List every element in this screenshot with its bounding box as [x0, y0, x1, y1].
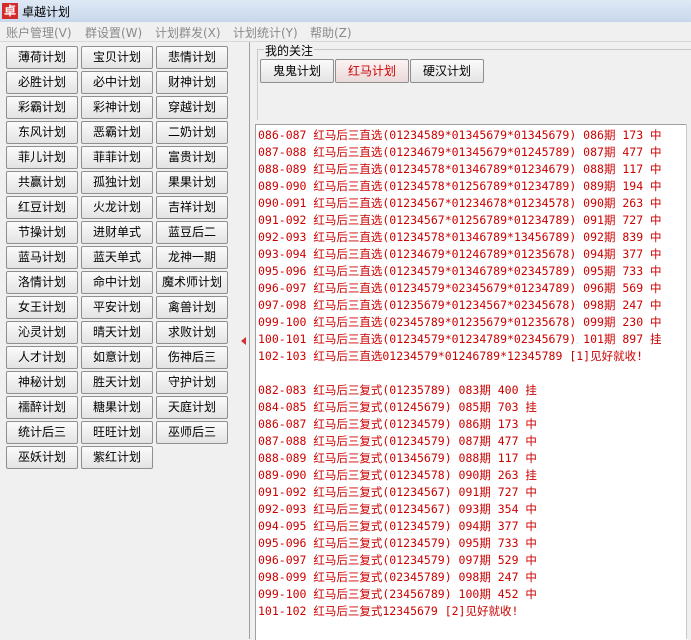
- results-textbox[interactable]: 086-087 红马后三直选(01234589*01345679*0134567…: [255, 124, 687, 640]
- plan-button[interactable]: 蓝天单式: [81, 246, 153, 269]
- result-line: 091-092 红马后三复式(01234567) 091期 727 中: [258, 485, 537, 499]
- plan-button[interactable]: 进财单式: [81, 221, 153, 244]
- plan-button[interactable]: 必胜计划: [6, 71, 78, 94]
- plan-button[interactable]: 巫师后三: [156, 421, 228, 444]
- result-line: 091-092 红马后三直选(01234567*01256789*0123478…: [258, 213, 662, 227]
- plan-button[interactable]: 求败计划: [156, 321, 228, 344]
- app-logo-icon: 卓: [2, 3, 18, 19]
- result-line: 096-097 红马后三直选(01234579*02345679*0123478…: [258, 281, 662, 295]
- title-bar: 卓 卓越计划: [0, 0, 691, 23]
- plan-button[interactable]: 火龙计划: [81, 196, 153, 219]
- result-line: 101-102 红马后三复式12345679 [2]见好就收!: [258, 604, 519, 618]
- plan-button[interactable]: 人才计划: [6, 346, 78, 369]
- menu-plan-stats[interactable]: 计划统计(Y): [233, 24, 298, 41]
- menu-help[interactable]: 帮助(Z): [310, 24, 352, 41]
- plan-button[interactable]: 如意计划: [81, 346, 153, 369]
- plan-button[interactable]: 禽兽计划: [156, 296, 228, 319]
- plan-button[interactable]: 平安计划: [81, 296, 153, 319]
- follow-button-hongma[interactable]: 红马计划: [335, 59, 409, 83]
- plan-button[interactable]: 胜天计划: [81, 371, 153, 394]
- result-line: 102-103 红马后三直选01234579*01246789*12345789…: [258, 349, 644, 363]
- plan-list-panel: 薄荷计划 宝贝计划 悲情计划必胜计划 必中计划 财神计划彩霸计划 彩神计划 穿越计划东风计划…: [0, 42, 241, 639]
- plan-button[interactable]: 孤独计划: [81, 171, 153, 194]
- plan-button[interactable]: 菲菲计划: [81, 146, 153, 169]
- plan-button[interactable]: 穿越计划: [156, 96, 228, 119]
- plan-button[interactable]: 共赢计划: [6, 171, 78, 194]
- follow-button-yinghan[interactable]: 硬汉计划: [410, 59, 484, 83]
- plan-button[interactable]: 晴天计划: [81, 321, 153, 344]
- result-line: 090-091 红马后三直选(01234567*01234678*0123457…: [258, 196, 662, 210]
- result-line: 084-085 红马后三复式(01245679) 085期 703 挂: [258, 400, 537, 414]
- plan-button[interactable]: 菲儿计划: [6, 146, 78, 169]
- result-line: 089-090 红马后三复式(01234578) 090期 263 挂: [258, 468, 537, 482]
- plan-button[interactable]: 红豆计划: [6, 196, 78, 219]
- plan-button[interactable]: 东风计划: [6, 121, 78, 144]
- plan-button[interactable]: 果果计划: [156, 171, 228, 194]
- result-line: 094-095 红马后三复式(01234579) 094期 377 中: [258, 519, 537, 533]
- result-line: 082-083 红马后三复式(01235789) 083期 400 挂: [258, 383, 537, 397]
- plan-button[interactable]: 吉祥计划: [156, 196, 228, 219]
- collapse-arrow-icon[interactable]: [241, 337, 246, 345]
- result-line: 095-096 红马后三复式(01234579) 095期 733 中: [258, 536, 537, 550]
- result-line: 086-087 红马后三直选(01234589*01345679*0134567…: [258, 128, 662, 142]
- plan-button[interactable]: 沁灵计划: [6, 321, 78, 344]
- plan-button[interactable]: 悲情计划: [156, 46, 228, 69]
- plan-button[interactable]: 蓝马计划: [6, 246, 78, 269]
- plan-button[interactable]: 彩神计划: [81, 96, 153, 119]
- plan-button[interactable]: 龙神一期: [156, 246, 228, 269]
- results-scrollbar[interactable]: [686, 124, 691, 639]
- plan-button[interactable]: 襦醉计划: [6, 396, 78, 419]
- result-line: 100-101 红马后三直选(01234579*01234789*0234567…: [258, 332, 662, 346]
- plan-button[interactable]: 守护计划: [156, 371, 228, 394]
- plan-button[interactable]: 二奶计划: [156, 121, 228, 144]
- plan-button[interactable]: 宝贝计划: [81, 46, 153, 69]
- menu-plan-broadcast[interactable]: 计划群发(X): [155, 24, 221, 41]
- plan-button[interactable]: 紫红计划: [81, 446, 153, 469]
- result-line: 086-087 红马后三复式(01234579) 086期 173 中: [258, 417, 537, 431]
- result-line: 089-090 红马后三直选(01234578*01256789*0123478…: [258, 179, 662, 193]
- result-line: 088-089 红马后三复式(01345679) 088期 117 中: [258, 451, 537, 465]
- plan-button[interactable]: 洛情计划: [6, 271, 78, 294]
- plan-button[interactable]: 节操计划: [6, 221, 78, 244]
- result-line: 099-100 红马后三直选(02345789*01235679*0123567…: [258, 315, 662, 329]
- panel-splitter[interactable]: [240, 42, 250, 639]
- menu-account[interactable]: 账户管理(V): [6, 24, 72, 41]
- result-line: 097-098 红马后三直选(01235679*01234567*0234567…: [258, 298, 662, 312]
- plan-button[interactable]: 巫妖计划: [6, 446, 78, 469]
- follow-legend: 我的关注: [264, 42, 315, 59]
- results-list: 086-087 红马后三直选(01234589*01345679*0134567…: [258, 127, 683, 620]
- result-line: 087-088 红马后三直选(01234679*01345679*0124578…: [258, 145, 662, 159]
- plan-button[interactable]: 天庭计划: [156, 396, 228, 419]
- plan-button[interactable]: 彩霸计划: [6, 96, 78, 119]
- menu-group-settings[interactable]: 群设置(W): [85, 24, 142, 41]
- plan-button[interactable]: 旺旺计划: [81, 421, 153, 444]
- follow-button-guigui[interactable]: 鬼鬼计划: [260, 59, 334, 83]
- menu-bar: 账户管理(V) 群设置(W) 计划群发(X) 计划统计(Y) 帮助(Z): [0, 22, 691, 42]
- plan-button[interactable]: 恶霸计划: [81, 121, 153, 144]
- plan-button[interactable]: 命中计划: [81, 271, 153, 294]
- result-line: 096-097 红马后三复式(01234579) 097期 529 中: [258, 553, 537, 567]
- result-line: 098-099 红马后三复式(02345789) 098期 247 中: [258, 570, 537, 584]
- result-line: 088-089 红马后三直选(01234578*01346789*0123467…: [258, 162, 662, 176]
- plan-button[interactable]: 富贵计划: [156, 146, 228, 169]
- result-line: 099-100 红马后三复式(23456789) 100期 452 中: [258, 587, 537, 601]
- plan-button[interactable]: 神秘计划: [6, 371, 78, 394]
- plan-button[interactable]: 糖果计划: [81, 396, 153, 419]
- plan-button[interactable]: 伤神后三: [156, 346, 228, 369]
- plan-button[interactable]: 蓝豆后二: [156, 221, 228, 244]
- plan-button[interactable]: 统计后三: [6, 421, 78, 444]
- plan-button[interactable]: 必中计划: [81, 71, 153, 94]
- plan-button[interactable]: 财神计划: [156, 71, 228, 94]
- result-line: 092-093 红马后三复式(01234567) 093期 354 中: [258, 502, 537, 516]
- window-title: 卓越计划: [22, 5, 71, 19]
- result-line: 087-088 红马后三复式(01234579) 087期 477 中: [258, 434, 537, 448]
- result-line: 093-094 红马后三直选(01234679*01246789*0123567…: [258, 247, 662, 261]
- result-line: 095-096 红马后三直选(01234579*01346789*0234578…: [258, 264, 662, 278]
- plan-button[interactable]: 魔术师计划: [156, 271, 228, 294]
- my-follow-group: 我的关注 鬼鬼计划 红马计划 硬汉计划: [257, 42, 691, 120]
- plan-button[interactable]: 薄荷计划: [6, 46, 78, 69]
- result-line: 092-093 红马后三直选(01234578*01346789*1345678…: [258, 230, 662, 244]
- plan-button[interactable]: 女王计划: [6, 296, 78, 319]
